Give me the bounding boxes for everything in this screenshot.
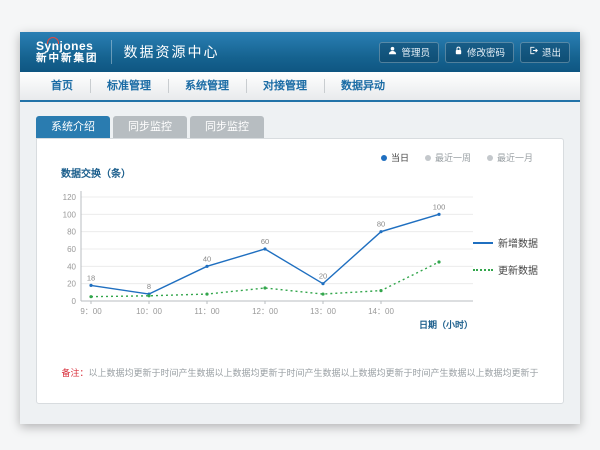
filter-last-week[interactable]: 最近一周 — [425, 151, 471, 164]
tab-sync-monitor-2[interactable]: 同步监控 — [190, 116, 264, 138]
logo-text: Synjones — [36, 40, 99, 53]
filter-today[interactable]: 当日 — [381, 151, 409, 164]
main-nav: 首页 标准管理 系统管理 对接管理 数据异动 — [20, 72, 580, 102]
logo-subtext: 新中新集团 — [36, 53, 99, 64]
line-chart-svg: 0 20 40 60 80 100 120 9：00 10：00 11：00 12：00 13：00 1… — [51, 183, 483, 335]
company-logo: Synjones 新中新集团 — [36, 40, 99, 64]
page-title: 数据资源中心 — [124, 42, 220, 62]
svg-text:20: 20 — [319, 272, 327, 281]
svg-text:40: 40 — [203, 254, 211, 263]
chart-panel: 当日 最近一周 最近一月 数据交换（条） 0 20 40 60 80 100 120 9：00… — [36, 138, 564, 404]
legend-item-new-data: 新增数据 — [473, 235, 553, 250]
chart-legend: 新增数据 更新数据 — [473, 235, 553, 289]
y-axis-title: 数据交换（条） — [61, 165, 131, 180]
tab-sync-monitor-1[interactable]: 同步监控 — [113, 116, 187, 138]
svg-text:8: 8 — [147, 282, 151, 291]
svg-text:9：00: 9：00 — [80, 307, 102, 316]
change-password-button[interactable]: 修改密码 — [445, 42, 514, 63]
footnote-prefix: 备注： — [61, 368, 88, 378]
dot-icon — [425, 155, 431, 161]
filter-last-month[interactable]: 最近一月 — [487, 151, 533, 164]
dot-icon — [381, 155, 387, 161]
nav-item-data-change[interactable]: 数据异动 — [324, 72, 402, 100]
svg-text:11：00: 11：00 — [194, 307, 220, 316]
svg-text:120: 120 — [63, 193, 77, 202]
svg-text:60: 60 — [67, 245, 76, 254]
footnote: 备注：以上数据均更新于时间产生数据以上数据均更新于时间产生数据以上数据均更新于时… — [37, 366, 563, 379]
admin-button[interactable]: 管理员 — [379, 42, 439, 63]
nav-item-standard-mgmt[interactable]: 标准管理 — [90, 72, 168, 100]
legend-item-updated-data: 更新数据 — [473, 262, 553, 277]
tab-system-intro[interactable]: 系统介绍 — [36, 116, 110, 138]
topbar-actions: 管理员 修改密码 退出 — [379, 42, 570, 63]
svg-text:18: 18 — [87, 273, 95, 282]
content-area: 系统介绍 同步监控 同步监控 当日 最近一周 最近一月 数据交换（条） — [20, 102, 580, 424]
lock-icon — [454, 46, 463, 58]
logo-swoosh-icon — [47, 37, 59, 44]
svg-text:40: 40 — [67, 262, 76, 271]
app-window: Synjones 新中新集团 数据资源中心 管理员 修改密码 — [20, 32, 580, 424]
svg-text:日期（小时）: 日期（小时） — [419, 319, 473, 330]
svg-text:80: 80 — [377, 220, 385, 229]
tab-bar: 系统介绍 同步监控 同步监控 — [36, 116, 564, 138]
svg-text:0: 0 — [72, 297, 77, 306]
logout-button[interactable]: 退出 — [520, 42, 570, 63]
line-chart: 0 20 40 60 80 100 120 9：00 10：00 11：00 12：00 13：00 1… — [51, 183, 483, 335]
divider — [111, 40, 112, 64]
nav-item-system-mgmt[interactable]: 系统管理 — [168, 72, 246, 100]
nav-item-interface-mgmt[interactable]: 对接管理 — [246, 72, 324, 100]
solid-line-icon — [473, 242, 493, 244]
topbar: Synjones 新中新集团 数据资源中心 管理员 修改密码 — [20, 32, 580, 72]
svg-text:12：00: 12：00 — [252, 307, 278, 316]
user-icon — [388, 46, 397, 58]
nav-item-home[interactable]: 首页 — [34, 72, 90, 100]
svg-text:14：00: 14：00 — [368, 307, 394, 316]
dot-icon — [487, 155, 493, 161]
logout-icon — [529, 46, 538, 58]
footnote-text: 以上数据均更新于时间产生数据以上数据均更新于时间产生数据以上数据均更新于时间产生… — [89, 368, 539, 378]
svg-text:60: 60 — [261, 237, 269, 246]
dotted-line-icon — [473, 269, 493, 271]
svg-text:80: 80 — [67, 228, 76, 237]
range-filters: 当日 最近一周 最近一月 — [381, 151, 533, 164]
svg-text:100: 100 — [433, 202, 446, 211]
svg-text:100: 100 — [63, 210, 77, 219]
svg-text:20: 20 — [67, 280, 76, 289]
svg-text:13：00: 13：00 — [310, 307, 336, 316]
svg-text:10：00: 10：00 — [136, 307, 162, 316]
